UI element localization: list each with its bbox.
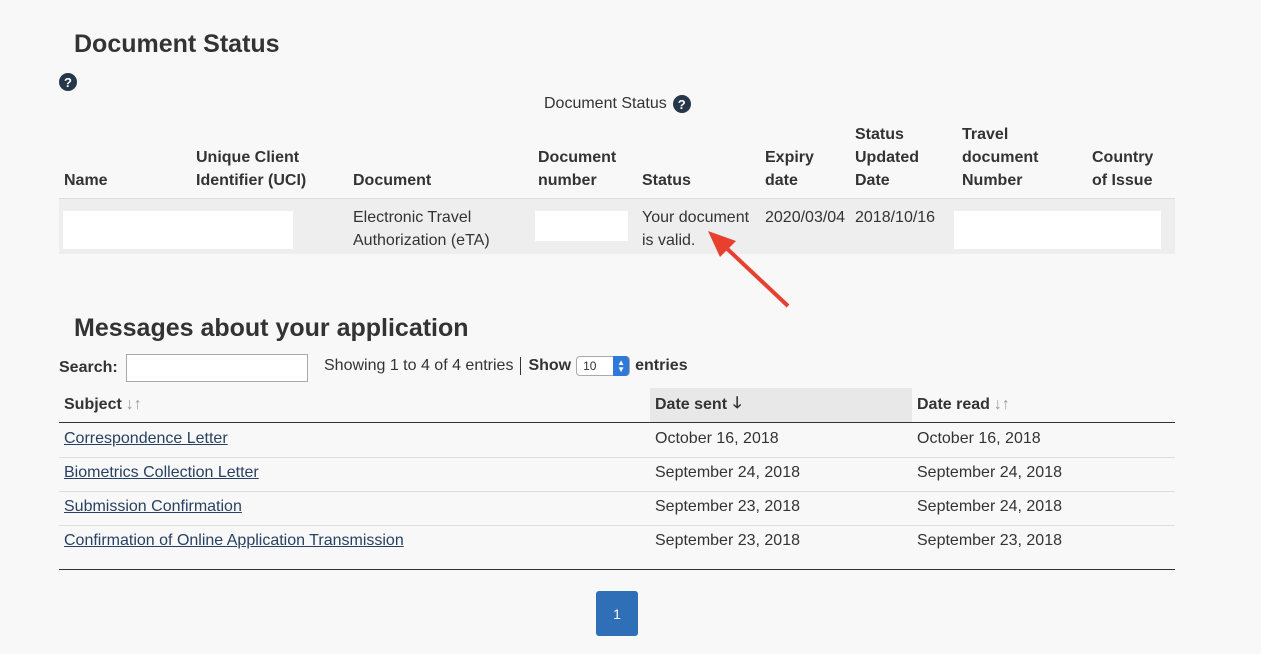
table-row: Correspondence Letter October 16, 2018 O…	[59, 423, 1175, 458]
header-uci: Unique Client Identifier (UCI)	[196, 149, 307, 189]
chevron-updown-icon: ▲ ▼	[613, 356, 630, 376]
cell-document: Electronic Travel Authorization (eTA)	[353, 209, 490, 249]
search-input[interactable]	[126, 354, 308, 382]
header-date-read-label: Date read	[917, 396, 990, 413]
cell-date-read: October 16, 2018	[917, 430, 1041, 447]
header-expiry: Expiry date	[765, 149, 814, 189]
cell-date-sent: October 16, 2018	[655, 430, 779, 447]
cell-status-updated: 2018/10/16	[855, 209, 936, 226]
header-travel-doc-number: Travel document Number	[962, 126, 1039, 189]
header-date-sent-label: Date sent	[655, 396, 728, 413]
table-row: Submission Confirmation September 23, 20…	[59, 491, 1175, 526]
header-date-read[interactable]: Date read ↓↑	[912, 388, 1175, 422]
header-document-number: Document number	[538, 149, 617, 189]
page-size-select[interactable]: 10 ▲ ▼	[576, 356, 631, 376]
document-table-header: Name Unique Client Identifier (UCI) Docu…	[59, 122, 1175, 200]
cell-date-read: September 23, 2018	[917, 532, 1062, 549]
sort-icon: ↓↑	[993, 396, 1010, 413]
subject-link[interactable]: Submission Confirmation	[64, 498, 242, 515]
header-name: Name	[64, 172, 108, 189]
messages-table-header: Subject ↓↑ Date sent 🡓 Date read ↓↑	[59, 388, 1175, 423]
redacted-document-number	[535, 211, 628, 241]
cell-date-sent: September 23, 2018	[655, 498, 800, 515]
caption-text: Document Status	[544, 95, 667, 112]
redacted-name	[63, 211, 293, 249]
header-country: Country of Issue	[1092, 149, 1154, 189]
table-caption: Document Status ?	[544, 95, 691, 113]
cell-date-sent: September 23, 2018	[655, 532, 800, 549]
subject-link[interactable]: Correspondence Letter	[64, 430, 228, 447]
header-date-sent[interactable]: Date sent 🡓	[650, 388, 912, 422]
show-label: Show	[528, 357, 572, 374]
cell-date-sent: September 24, 2018	[655, 464, 800, 481]
header-document: Document	[353, 172, 432, 189]
page-title: Document Status	[74, 30, 280, 58]
help-icon[interactable]: ?	[672, 95, 691, 113]
subject-link[interactable]: Biometrics Collection Letter	[64, 464, 259, 481]
header-subject[interactable]: Subject ↓↑	[59, 388, 650, 422]
table-row: Electronic Travel Authorization (eTA) Yo…	[59, 199, 1175, 254]
messages-title: Messages about your application	[74, 314, 469, 342]
entries-info: Showing 1 to 4 of 4 entries Show 10 ▲ ▼ e…	[324, 356, 688, 376]
cell-date-read: September 24, 2018	[917, 464, 1062, 481]
page-size-value: 10	[583, 359, 597, 373]
entries-label: entries	[635, 357, 688, 374]
header-status-updated: Status Updated Date	[855, 126, 919, 189]
header-status: Status	[642, 172, 691, 189]
divider	[520, 357, 522, 375]
pagination-page-1[interactable]: 1	[596, 591, 638, 636]
table-row: Biometrics Collection Letter September 2…	[59, 457, 1175, 492]
showing-text: Showing 1 to 4 of 4 entries	[324, 357, 514, 374]
help-icon[interactable]: ?	[59, 73, 77, 91]
sort-icon: ↓↑	[125, 396, 142, 413]
header-subject-label: Subject	[64, 396, 122, 413]
annotation-arrow	[708, 231, 790, 308]
redacted-travel-doc	[954, 211, 1161, 249]
cell-date-read: September 24, 2018	[917, 498, 1062, 515]
table-row: Confirmation of Online Application Trans…	[59, 525, 1175, 570]
sort-descending-icon: 🡓	[733, 394, 742, 412]
search-label: Search:	[59, 359, 118, 376]
subject-link[interactable]: Confirmation of Online Application Trans…	[64, 532, 404, 549]
